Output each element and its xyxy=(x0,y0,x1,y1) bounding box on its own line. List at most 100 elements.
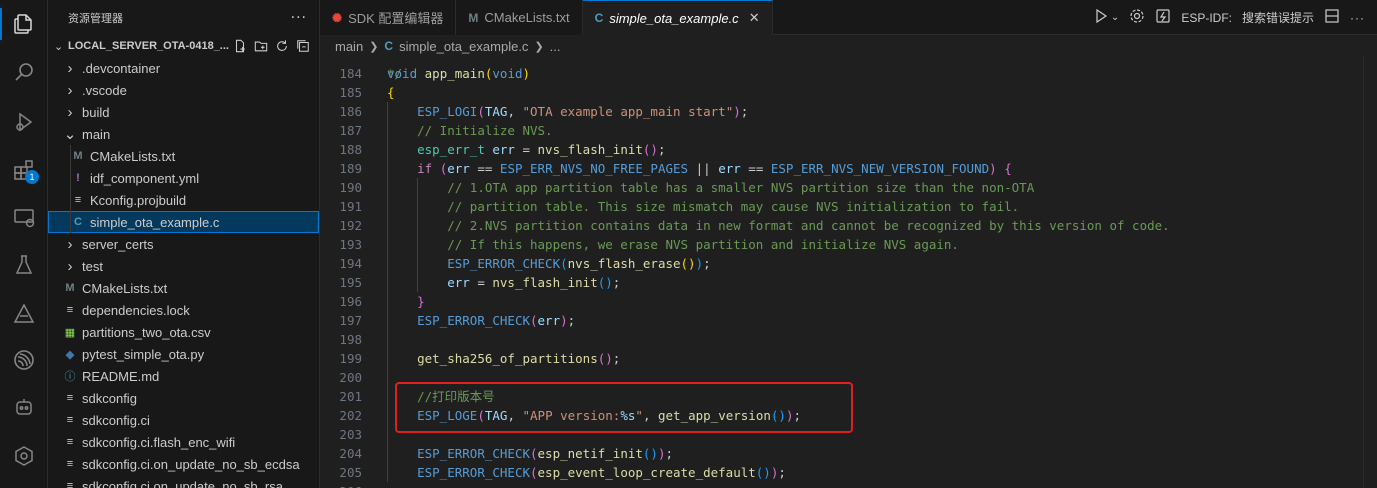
tree-item-label: idf_component.yml xyxy=(90,170,200,186)
tree-file[interactable]: ≡ sdkconfig.ci.on_update_no_sb_ecdsa xyxy=(48,453,319,475)
code-token: ESP_ERROR_CHECK xyxy=(447,256,561,271)
idf-explorer-icon[interactable] xyxy=(0,292,48,336)
code-token: } xyxy=(417,294,425,309)
code-text: { xyxy=(387,83,395,102)
collapse-all-icon[interactable] xyxy=(295,38,311,54)
more-actions-icon[interactable]: ··· xyxy=(1350,11,1365,25)
code-editor[interactable]: */ 184 void app_main(void) 185{186 ESP_LOG… xyxy=(320,57,1377,488)
explorer-icon[interactable] xyxy=(0,2,48,46)
file-icon: ≡ xyxy=(74,194,82,206)
tree-file[interactable]: ≡ dependencies.lock xyxy=(48,299,319,321)
split-editor-icon[interactable] xyxy=(1324,8,1340,27)
c-file-icon: C xyxy=(384,39,394,53)
tree-item-label: sdkconfig.ci xyxy=(82,412,150,428)
code-token: if xyxy=(417,161,433,176)
editor-scrollbar[interactable] xyxy=(1363,57,1377,488)
code-token: ) xyxy=(770,465,779,480)
c-file-icon: C xyxy=(594,11,604,25)
tree-file[interactable]: ! idf_component.yml xyxy=(48,167,319,189)
tree-item-label: README.md xyxy=(82,368,160,384)
code-line: 193 // If this happens, we erase NVS par… xyxy=(320,235,1377,254)
tree-file[interactable]: M CMakeLists.txt xyxy=(48,277,319,299)
code-token: void xyxy=(387,66,418,81)
tree-file[interactable]: Csimple_ota_example.c xyxy=(48,211,319,233)
tree-folder[interactable]: › server_certs xyxy=(48,233,319,255)
code-token: () xyxy=(770,408,786,423)
remote-explorer-icon[interactable] xyxy=(0,195,48,239)
refresh-icon[interactable] xyxy=(274,38,290,54)
tree-item-label: .vscode xyxy=(82,82,127,98)
tree-file[interactable]: ⓘ README.md xyxy=(48,365,319,387)
run-debug-icon[interactable] xyxy=(0,100,48,144)
project-folder-header[interactable]: ⌄ LOCAL_SERVER_OTA-0418_... xyxy=(48,35,319,57)
tree-file[interactable]: ≡ sdkconfig.ci.on_update_no_sb_rsa xyxy=(48,475,319,488)
code-text: // Initialize NVS. xyxy=(387,121,552,140)
tab-simple-ota-example[interactable]: C simple_ota_example.c ✕ xyxy=(582,0,773,35)
gear-icon[interactable] xyxy=(1129,8,1145,27)
tree-file[interactable]: ≡ sdkconfig.ci.flash_enc_wifi xyxy=(48,431,319,453)
code-token: ESP_LOGI xyxy=(417,104,478,119)
breadcrumb-folder[interactable]: main xyxy=(335,39,363,54)
new-file-icon[interactable] xyxy=(232,38,248,54)
breadcrumb-symbols[interactable]: ... xyxy=(550,39,561,54)
info-icon: ⓘ xyxy=(64,371,76,383)
chevron-down-icon: ⌄ xyxy=(63,126,77,143)
tab-cmakelists[interactable]: M CMakeLists.txt xyxy=(456,0,583,35)
code-text: // 2.NVS partition contains data in new … xyxy=(387,216,1169,235)
code-text: ESP_LOGE(TAG, "APP version:%s", get_app_… xyxy=(417,408,802,423)
code-token: () xyxy=(597,275,613,290)
espressif-icon[interactable] xyxy=(0,338,48,382)
new-folder-icon[interactable] xyxy=(253,38,269,54)
tree-file[interactable]: M CMakeLists.txt xyxy=(48,145,319,167)
chevron-right-icon: › xyxy=(67,257,73,275)
cmake-icon: M xyxy=(73,150,83,162)
search-error-hints-button[interactable]: 搜索错误提示 xyxy=(1242,9,1314,26)
tab-label: CMakeLists.txt xyxy=(484,10,570,25)
tree-folder[interactable]: ⌄ main xyxy=(48,123,319,145)
line-number: 186 xyxy=(339,104,362,119)
tree-item-label: sdkconfig.ci.flash_enc_wifi xyxy=(82,434,236,450)
tree-file[interactable]: ≡ Kconfig.projbuild xyxy=(48,189,319,211)
copilot-icon[interactable] xyxy=(0,385,48,429)
code-token: err xyxy=(447,161,470,176)
tree-file[interactable]: ≡ sdkconfig xyxy=(48,387,319,409)
chevron-down-icon[interactable]: ⌄ xyxy=(1111,12,1119,23)
tab-label: simple_ota_example.c xyxy=(609,10,739,26)
search-icon[interactable] xyxy=(0,50,48,94)
code-token: esp_netif_init xyxy=(537,446,643,461)
code-token: ESP_ERROR_CHECK xyxy=(417,446,530,461)
esp-idf-label: ESP-IDF: xyxy=(1181,10,1232,25)
run-icon[interactable] xyxy=(1093,8,1109,27)
file-icon: ≡ xyxy=(66,304,74,316)
breadcrumb-file[interactable]: simple_ota_example.c xyxy=(399,39,528,54)
tree-item-label: Kconfig.projbuild xyxy=(90,192,187,208)
tree-folder[interactable]: › .vscode xyxy=(48,79,319,101)
extensions-icon[interactable]: 1 xyxy=(0,148,48,192)
code-token: ESP_LOGE xyxy=(417,408,478,423)
code-token: { xyxy=(387,85,395,100)
tree-file[interactable]: ≡ sdkconfig.ci xyxy=(48,409,319,431)
tree-file[interactable]: ▦ partitions_two_ota.csv xyxy=(48,321,319,343)
tab-sdk-config[interactable]: ✺ SDK 配置编辑器 xyxy=(320,0,457,35)
tree-item-label: test xyxy=(82,258,103,274)
code-line: 198 xyxy=(320,330,1377,349)
more-actions-icon[interactable]: ··· xyxy=(291,10,307,26)
code-token: ) xyxy=(785,408,794,423)
line-number: 200 xyxy=(339,370,362,385)
editor-actions: ⌄ ESP-IDF: 搜索错误提示 ··· xyxy=(1093,0,1377,35)
flash-icon[interactable] xyxy=(1155,8,1171,27)
code-token: err xyxy=(537,313,561,328)
tree-folder[interactable]: › test xyxy=(48,255,319,277)
code-text: err = nvs_flash_init(); xyxy=(447,275,621,290)
testing-icon[interactable] xyxy=(0,243,48,287)
chevron-down-icon: ⌄ xyxy=(54,39,64,53)
chevron-right-icon: › xyxy=(67,103,73,121)
code-token: ESP_ERROR_CHECK xyxy=(417,465,530,480)
code-text: // If this happens, we erase NVS partiti… xyxy=(387,235,959,254)
tree-folder[interactable]: › .devcontainer xyxy=(48,57,319,79)
tree-file[interactable]: ◆ pytest_simple_ota.py xyxy=(48,343,319,365)
close-icon[interactable]: ✕ xyxy=(749,10,760,26)
tree-folder[interactable]: › build xyxy=(48,101,319,123)
settings-sync-icon[interactable] xyxy=(0,434,48,478)
tree-item-label: CMakeLists.txt xyxy=(82,280,168,296)
